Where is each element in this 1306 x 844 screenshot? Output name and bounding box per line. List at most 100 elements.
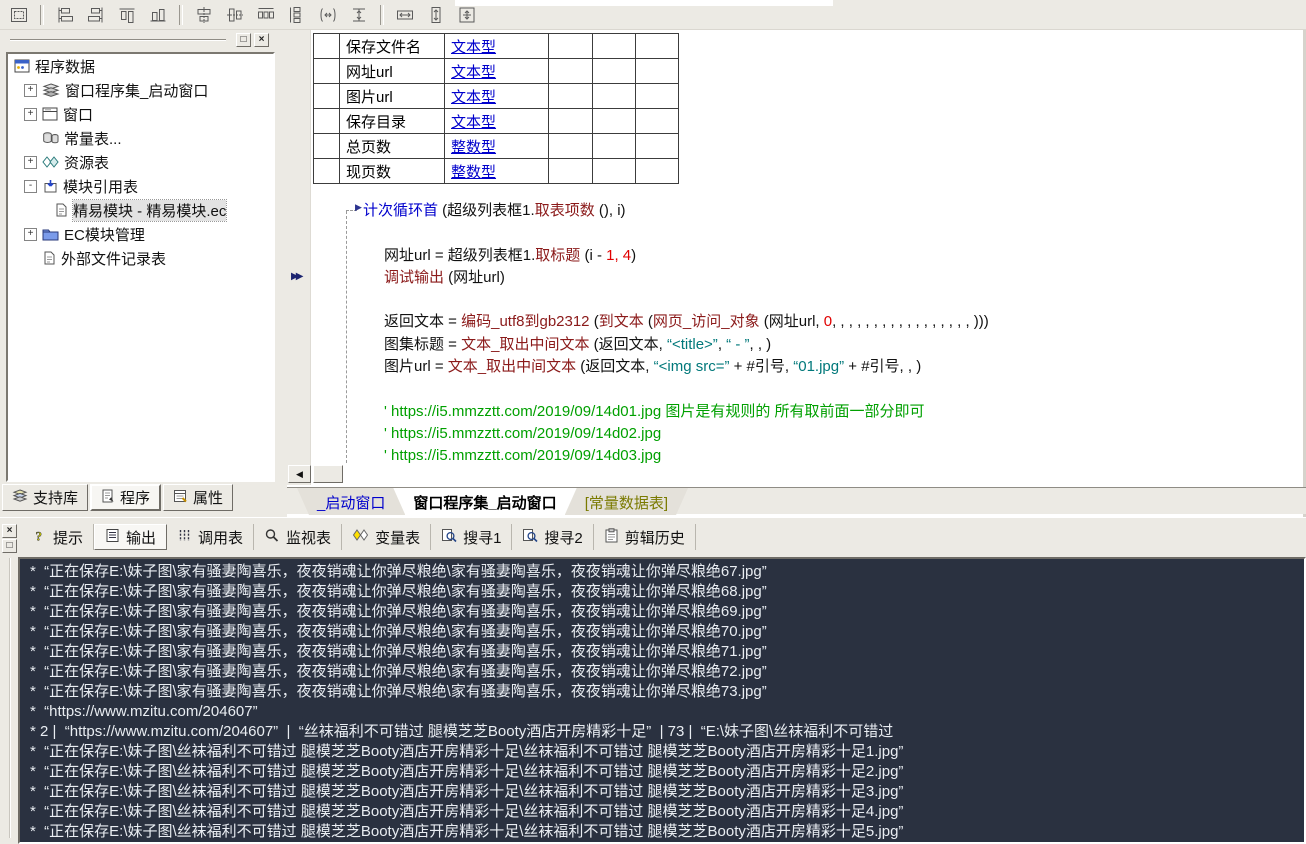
variable-name-cell[interactable]: 现页数 [340, 159, 445, 184]
workspace-tab-0[interactable]: 支持库 [2, 484, 88, 511]
document-tab-1[interactable]: 窗口程序集_启动窗口 [393, 488, 576, 515]
scrollbar-thumb[interactable] [313, 465, 343, 483]
variable-empty-cell[interactable] [593, 59, 636, 84]
equal-horizontal-spacing-icon[interactable] [315, 2, 341, 28]
align-left-icon[interactable] [52, 2, 78, 28]
tree-item-0[interactable]: 程序数据 [8, 54, 273, 78]
code-line-10[interactable]: ' https://i5.mmzztt.com/2019/09/14d02.jp… [311, 423, 1303, 445]
editor-content[interactable]: 保存文件名文本型网址url文本型图片url文本型保存目录文本型总页数整数型现页数… [311, 30, 1303, 485]
variable-type-link[interactable]: 文本型 [451, 89, 496, 106]
form-designer-icon[interactable] [6, 2, 32, 28]
code-line-7[interactable]: 图片url = 文本_取出中间文本 (返回文本, “<img src=” + #… [311, 356, 1303, 378]
tree-item-1[interactable]: +窗口程序集_启动窗口 [8, 78, 273, 102]
variable-empty-cell[interactable] [593, 84, 636, 109]
variable-row[interactable]: 网址url文本型 [314, 59, 679, 84]
variable-empty-cell[interactable] [593, 109, 636, 134]
output-tab-7[interactable]: 剪辑历史 [594, 524, 696, 550]
code-line-5[interactable]: 返回文本 = 编码_utf8到gb2312 (到文本 (网页_访问_对象 (网址… [311, 311, 1303, 333]
code-line-1[interactable] [311, 222, 1303, 244]
align-top-icon[interactable] [114, 2, 140, 28]
document-tab-2[interactable]: [常量数据表] [565, 488, 688, 515]
tree-item-6[interactable]: 精易模块 - 精易模块.ec [8, 198, 273, 222]
variable-row[interactable]: 现页数整数型 [314, 159, 679, 184]
variable-empty-cell[interactable] [549, 59, 593, 84]
workspace-tab-2[interactable]: 属性 [163, 484, 233, 511]
variable-type-cell[interactable]: 整数型 [445, 159, 549, 184]
variable-empty-cell[interactable] [593, 134, 636, 159]
output-console[interactable]: * “正在保存E:\妹子图\家有骚妻陶喜乐，夜夜销魂让你弹尽粮绝\家有骚妻陶喜乐… [18, 557, 1306, 844]
variable-name-cell[interactable]: 保存目录 [340, 109, 445, 134]
same-height-icon[interactable] [423, 2, 449, 28]
expand-icon[interactable]: + [24, 156, 37, 169]
variable-row-gutter[interactable] [314, 134, 340, 159]
same-width-icon[interactable] [392, 2, 418, 28]
output-tab-2[interactable]: 调用表 [167, 524, 254, 550]
variable-type-link[interactable]: 文本型 [451, 39, 496, 56]
variable-type-link[interactable]: 整数型 [451, 164, 496, 181]
output-tab-1[interactable]: 输出 [94, 524, 167, 550]
output-panel-close-button[interactable]: × [2, 524, 17, 538]
variable-empty-cell[interactable] [636, 159, 679, 184]
variable-row-gutter[interactable] [314, 59, 340, 84]
document-tab-0[interactable]: _启动窗口 [297, 488, 405, 515]
variable-empty-cell[interactable] [636, 134, 679, 159]
panel-close-button[interactable]: × [254, 33, 269, 47]
code-line-9[interactable]: ' https://i5.mmzztt.com/2019/09/14d01.jp… [311, 401, 1303, 423]
space-evenly-vertical-icon[interactable] [284, 2, 310, 28]
workspace-tab-1[interactable]: 程序 [90, 484, 161, 511]
scroll-left-button[interactable]: ◀ [288, 465, 311, 483]
variable-row[interactable]: 图片url 文本型 [314, 84, 679, 109]
panel-float-button[interactable]: □ [236, 33, 251, 47]
output-tab-5[interactable]: 搜寻1 [431, 524, 512, 550]
variable-empty-cell[interactable] [636, 109, 679, 134]
expand-icon[interactable]: + [24, 108, 37, 121]
variable-empty-cell[interactable] [549, 134, 593, 159]
code-line-2[interactable]: 网址url = 超级列表框1.取标题 (i - 1, 4) [311, 245, 1303, 267]
variable-type-link[interactable]: 整数型 [451, 139, 496, 156]
code-line-0[interactable]: 计次循环首 (超级列表框1.取表项数 (), i) [311, 200, 1303, 222]
variable-empty-cell[interactable] [549, 109, 593, 134]
variable-type-cell[interactable]: 文本型 [445, 84, 549, 109]
tree-item-3[interactable]: 常量表... [8, 126, 273, 150]
collapse-icon[interactable]: - [24, 180, 37, 193]
variable-row-gutter[interactable] [314, 109, 340, 134]
variable-row[interactable]: 总页数整数型 [314, 134, 679, 159]
variable-empty-cell[interactable] [636, 84, 679, 109]
variable-empty-cell[interactable] [593, 159, 636, 184]
variable-type-cell[interactable]: 文本型 [445, 109, 549, 134]
panel-drag-grip[interactable] [10, 39, 226, 41]
center-vertical-icon[interactable] [222, 2, 248, 28]
code-line-11[interactable]: ' https://i5.mmzztt.com/2019/09/14d03.jp… [311, 445, 1303, 467]
tree-item-2[interactable]: +窗口 [8, 102, 273, 126]
center-horizontal-icon[interactable] [191, 2, 217, 28]
tree-item-7[interactable]: +EC模块管理 [8, 222, 273, 246]
variable-row-gutter[interactable] [314, 34, 340, 59]
output-tab-4[interactable]: 变量表 [342, 524, 431, 550]
tree-item-4[interactable]: +资源表 [8, 150, 273, 174]
variable-type-link[interactable]: 文本型 [451, 64, 496, 81]
variable-name-cell[interactable]: 总页数 [340, 134, 445, 159]
output-tab-6[interactable]: 搜寻2 [512, 524, 593, 550]
variable-empty-cell[interactable] [549, 84, 593, 109]
tree-item-5[interactable]: -模块引用表 [8, 174, 273, 198]
expand-icon[interactable]: + [24, 84, 37, 97]
code-lines[interactable]: 计次循环首 (超级列表框1.取表项数 (), i) 网址url = 超级列表框1.… [311, 200, 1303, 468]
variable-empty-cell[interactable] [636, 59, 679, 84]
variable-type-cell[interactable]: 文本型 [445, 34, 549, 59]
equal-vertical-spacing-icon[interactable] [346, 2, 372, 28]
space-evenly-horizontal-icon[interactable] [253, 2, 279, 28]
program-data-tree[interactable]: 程序数据+窗口程序集_启动窗口+窗口常量表...+资源表-模块引用表精易模块 -… [6, 52, 275, 482]
variable-empty-cell[interactable] [549, 34, 593, 59]
code-line-4[interactable] [311, 289, 1303, 311]
output-tab-0[interactable]: ?提示 [22, 524, 94, 550]
variable-type-cell[interactable]: 文本型 [445, 59, 549, 84]
local-variable-table[interactable]: 保存文件名文本型网址url文本型图片url文本型保存目录文本型总页数整数型现页数… [313, 33, 679, 184]
output-panel-float-button[interactable]: □ [2, 539, 17, 553]
variable-type-link[interactable]: 文本型 [451, 114, 496, 131]
variable-name-cell[interactable]: 图片url [340, 84, 445, 109]
tree-item-8[interactable]: 外部文件记录表 [8, 246, 273, 270]
code-line-6[interactable]: 图集标题 = 文本_取出中间文本 (返回文本, “<title>”, “ - ”… [311, 334, 1303, 356]
variable-row-gutter[interactable] [314, 84, 340, 109]
code-line-3[interactable]: 调试输出 (网址url) [311, 267, 1303, 289]
expand-icon[interactable]: + [24, 228, 37, 241]
